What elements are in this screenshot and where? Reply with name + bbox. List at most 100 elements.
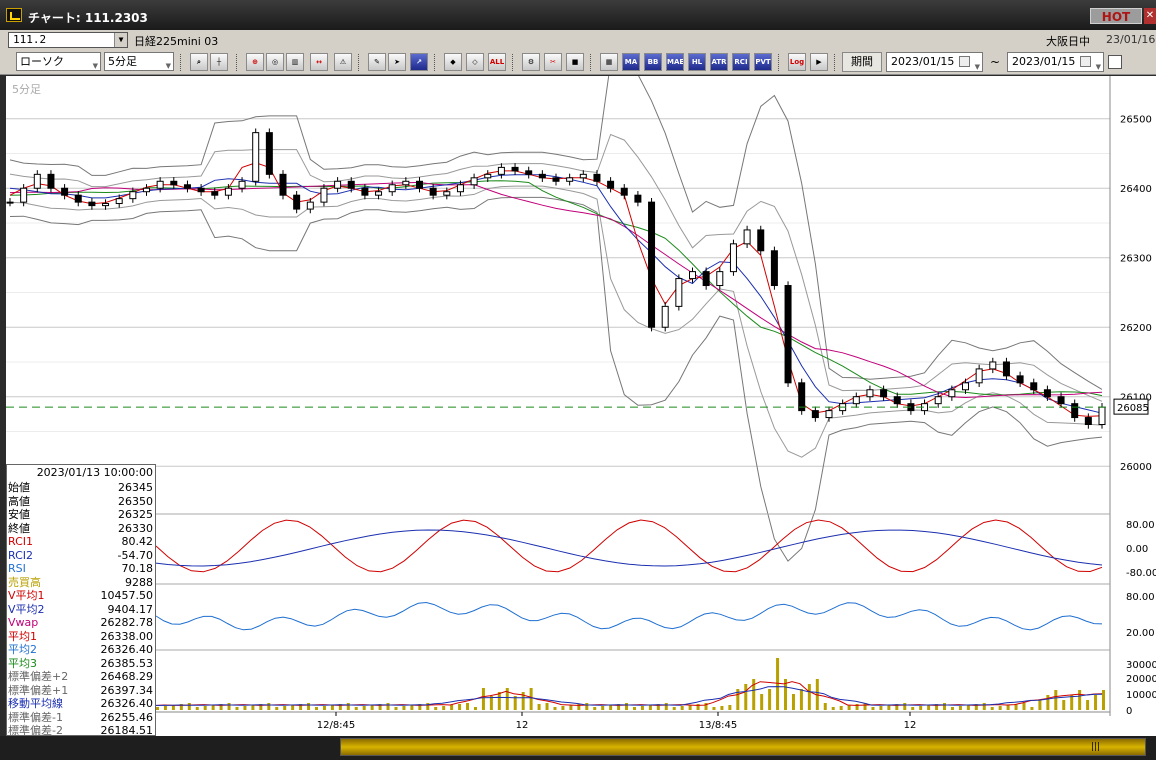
volume-bar — [267, 703, 271, 710]
candle-body — [511, 166, 519, 172]
volume-tick-label: 30000 — [1126, 660, 1156, 671]
volume-bar — [314, 707, 318, 710]
volume-bar — [672, 707, 676, 710]
cursor-icon: ➤ — [394, 58, 400, 66]
hl-button[interactable]: HL — [688, 53, 706, 71]
chevron-down-icon: ▼ — [165, 62, 171, 70]
chevron-down-icon: ▼ — [92, 62, 98, 70]
symbol-bar: 111.2 ▼ 日経225mini 03 大阪日中 23/01/16 — [0, 30, 1156, 50]
candle-body — [811, 410, 819, 419]
chart-canvas[interactable]: 2650026400263002620026100260002608580.00… — [6, 76, 1156, 736]
tool-button-8[interactable]: ✂ — [544, 53, 562, 71]
row-value: 26350 — [118, 494, 153, 508]
period-button[interactable]: 期間 — [842, 52, 882, 72]
tool-button-9[interactable]: ▦ — [600, 53, 618, 71]
volume-bar — [195, 707, 199, 710]
range-checkbox[interactable] — [1108, 55, 1122, 69]
interval-select[interactable]: 5分足 ▼ — [104, 52, 174, 71]
volume-bar — [1046, 695, 1050, 710]
candle-body — [866, 389, 874, 398]
export-button[interactable]: ▶ — [810, 53, 828, 71]
chevron-down-icon[interactable]: ▼ — [975, 58, 980, 76]
candle-body — [1084, 417, 1092, 426]
chart-area[interactable]: 26500 26400 26300 26200 26100 26000 26085 80.00… — [6, 76, 1156, 737]
row-value: 26255.46 — [100, 710, 154, 724]
tool-button-7[interactable]: ◇ — [466, 53, 484, 71]
mae-button[interactable]: MAE — [666, 53, 684, 71]
rci-button[interactable]: RCI — [732, 53, 750, 71]
all-button[interactable]: ALL — [488, 53, 506, 71]
x-tick-label: 12 — [516, 720, 529, 731]
candle-body — [497, 166, 505, 175]
log-button[interactable]: Log — [788, 53, 806, 71]
calendar-icon[interactable] — [959, 56, 970, 67]
close-icon[interactable]: ✕ — [1144, 8, 1156, 24]
volume-bar — [163, 706, 167, 710]
pencil-button[interactable]: ✎ — [368, 53, 386, 71]
volume-bar — [958, 706, 962, 710]
volume-bar — [1022, 703, 1026, 710]
row-label: 平均1 — [8, 629, 37, 643]
calendar-icon[interactable] — [1080, 56, 1091, 67]
timeframe-label: 5分足 — [12, 83, 41, 96]
toolbar-grip[interactable] — [590, 54, 593, 71]
candle-body — [375, 191, 383, 196]
cursor-button[interactable]: ➤ — [388, 53, 406, 71]
toolbar-grip[interactable] — [358, 54, 361, 71]
tool-button-4[interactable]: ↔ — [310, 53, 328, 71]
candle-body — [456, 184, 464, 193]
chevron-down-icon[interactable]: ▼ — [1096, 58, 1101, 76]
toolbar-grip[interactable] — [512, 54, 515, 71]
row-label: 売買高 — [8, 575, 41, 589]
toolbar: ローソク ▼ 5分足 ▼ ⌕ ┼ ⊕ ◎ ▥ ↔ ⚠ ✎ ➤ ↗ ◆ ◇ ALL… — [0, 50, 1156, 75]
settings-button[interactable]: ⚙ — [522, 53, 540, 71]
candle-body — [784, 285, 792, 384]
toolbar-grip[interactable] — [834, 54, 837, 71]
zoom-button[interactable]: ⌕ — [190, 53, 208, 71]
rsi-tick-label: 0.00 — [1126, 544, 1148, 555]
toolbar-grip[interactable] — [180, 54, 183, 71]
date-from-field[interactable]: 2023/01/15 ▼ — [886, 52, 983, 72]
market-label: 大阪日中 — [1046, 35, 1090, 48]
candle-body — [1043, 389, 1051, 398]
tool-button-2[interactable]: ◎ — [266, 53, 284, 71]
bollinger-lower-1 — [9, 185, 1103, 458]
row-label: 平均2 — [8, 643, 37, 656]
date-to-field[interactable]: 2023/01/15 ▼ — [1007, 52, 1104, 72]
tool-button-6[interactable]: ◆ — [444, 53, 462, 71]
data-panel-row: Vwap 26282.78 — [8, 616, 153, 629]
palette-button[interactable]: ■ — [566, 53, 584, 71]
tool-button-5[interactable]: ⚠ — [334, 53, 352, 71]
volume-bar — [307, 703, 311, 710]
row-value: 26468.29 — [100, 670, 154, 683]
atr-button[interactable]: ATR — [710, 53, 728, 71]
volume-bar — [489, 696, 493, 710]
crosshair-button[interactable]: ┼ — [210, 53, 228, 71]
tool-button-3[interactable]: ▥ — [286, 53, 304, 71]
volume-bar — [569, 705, 573, 710]
volume-bar — [950, 707, 954, 710]
symbol-select[interactable]: 111.2 ▼ — [8, 32, 128, 48]
toolbar-grip[interactable] — [778, 54, 781, 71]
ma-button[interactable]: MA — [622, 53, 640, 71]
trend-button[interactable]: ↗ — [410, 53, 428, 71]
bb-button[interactable]: BB — [644, 53, 662, 71]
moving-average-3 — [9, 180, 1103, 397]
volume-bar — [203, 706, 207, 710]
data-panel-row: 安値 26325 — [8, 508, 153, 521]
volume-bar — [1038, 700, 1042, 710]
volume-bar — [553, 707, 557, 710]
row-label: RSI — [8, 562, 26, 575]
chevron-down-icon[interactable]: ▼ — [114, 33, 127, 47]
toolbar-grip[interactable] — [236, 54, 239, 71]
hot-button[interactable]: HOT — [1090, 8, 1142, 24]
candle-body — [975, 368, 983, 384]
toolbar-grip[interactable] — [434, 54, 437, 71]
tool-button-1[interactable]: ⊕ — [246, 53, 264, 71]
horizontal-scrollbar[interactable]: ||| — [0, 736, 1156, 760]
chart-type-select[interactable]: ローソク ▼ — [16, 52, 101, 71]
data-panel-row: RCI1 80.42 — [8, 535, 153, 548]
candle-body — [579, 173, 587, 179]
pvt-button[interactable]: PVT — [754, 53, 772, 71]
scroll-thumb[interactable]: ||| — [340, 738, 1146, 756]
